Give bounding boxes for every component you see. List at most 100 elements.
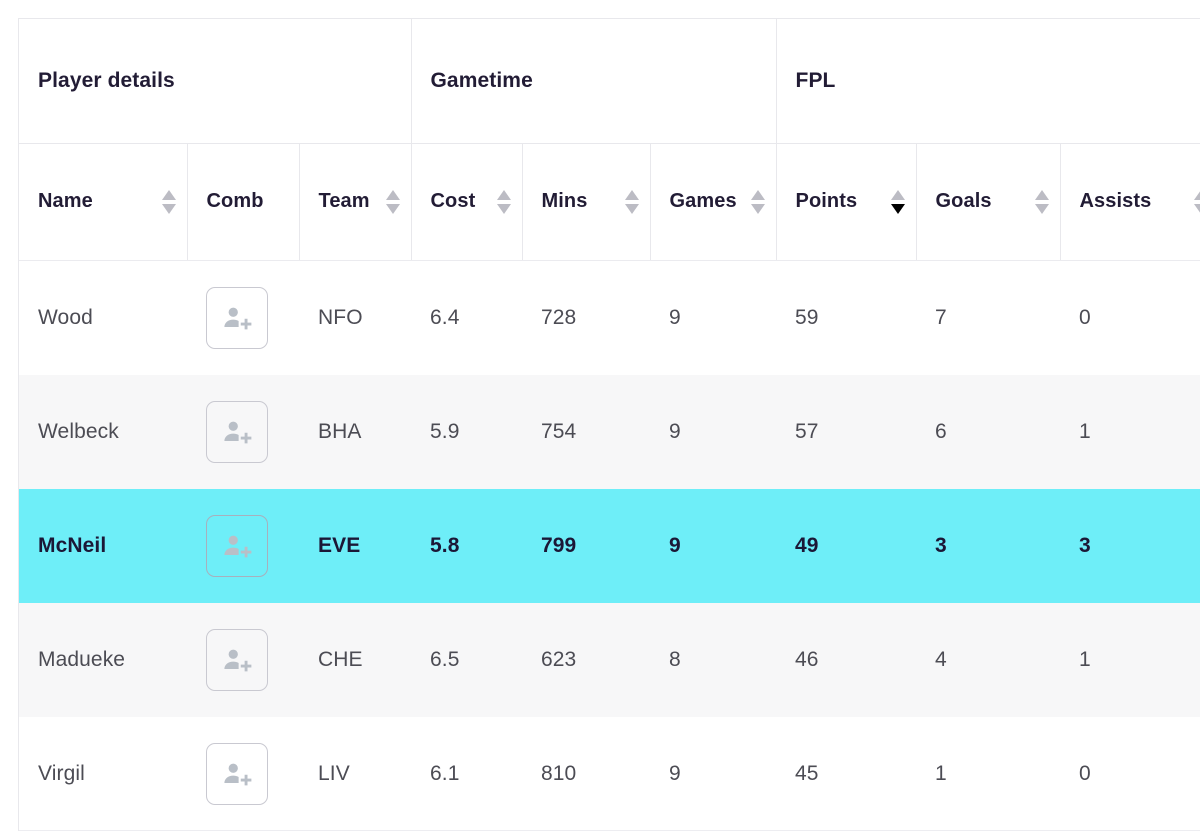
- sort-arrows-icon[interactable]: [161, 189, 177, 215]
- cell-comb: [187, 603, 299, 717]
- cell-goals: 1: [916, 717, 1061, 831]
- cell-name: McNeil: [19, 489, 187, 603]
- cell-comb: [187, 489, 299, 603]
- cell-assists: 1: [1060, 603, 1200, 717]
- points-value: 57: [795, 420, 819, 443]
- goals-value: 1: [935, 762, 947, 785]
- column-header-mins-label: Mins: [541, 190, 588, 213]
- assists-value: 1: [1079, 648, 1091, 671]
- assists-value: 3: [1079, 534, 1091, 557]
- assists-value: 0: [1079, 306, 1091, 329]
- player-name: Wood: [38, 306, 93, 329]
- cost-value: 5.9: [430, 420, 460, 443]
- games-value: 9: [669, 306, 681, 329]
- points-value: 59: [795, 306, 819, 329]
- cell-goals: 7: [916, 260, 1061, 375]
- points-value: 49: [795, 534, 819, 557]
- column-header-mins[interactable]: Mins: [522, 143, 651, 261]
- table-row[interactable]: Wood NFO 6.4 728 9 59 7 0: [19, 260, 1200, 375]
- table-row[interactable]: Welbeck BHA 5.9 754 9 57 6 1: [19, 375, 1200, 489]
- column-header-goals[interactable]: Goals: [916, 143, 1061, 261]
- add-person-button[interactable]: [206, 287, 268, 349]
- cell-points: 45: [776, 717, 917, 831]
- group-header-gametime-label: Gametime: [430, 69, 533, 93]
- games-value: 9: [669, 534, 681, 557]
- player-name: Welbeck: [38, 420, 119, 443]
- group-header-gametime: Gametime: [411, 19, 777, 144]
- add-person-icon: [224, 649, 252, 672]
- games-value: 9: [669, 420, 681, 443]
- cell-mins: 810: [522, 717, 650, 831]
- mins-value: 623: [541, 648, 577, 671]
- cell-goals: 6: [916, 375, 1061, 489]
- group-header-fpl-label: FPL: [795, 69, 836, 93]
- cell-points: 49: [776, 489, 917, 603]
- player-name: Madueke: [38, 648, 126, 671]
- cell-games: 9: [650, 260, 777, 375]
- column-header-team-label: Team: [318, 190, 370, 213]
- cell-points: 57: [776, 375, 917, 489]
- group-header-row: Player details Gametime FPL: [19, 19, 1200, 144]
- cell-games: 9: [650, 717, 777, 831]
- cell-games: 8: [650, 603, 777, 717]
- cell-name: Welbeck: [19, 375, 187, 489]
- cell-name: Madueke: [19, 603, 187, 717]
- column-header-points-label: Points: [795, 190, 858, 213]
- column-header-row: Name Comb Team Cost Mins Games Points Go…: [19, 143, 1200, 261]
- cell-cost: 6.4: [411, 260, 522, 375]
- cell-comb: [187, 717, 299, 831]
- cell-name: Wood: [19, 260, 187, 375]
- group-header-player-details-label: Player details: [38, 69, 175, 93]
- games-value: 8: [669, 648, 681, 671]
- add-person-button[interactable]: [206, 743, 268, 805]
- mins-value: 728: [541, 306, 577, 329]
- add-person-button[interactable]: [206, 629, 268, 691]
- cell-cost: 6.5: [411, 603, 522, 717]
- goals-value: 3: [935, 534, 947, 557]
- table-row-selected[interactable]: McNeil EVE 5.8 799 9 49 3 3: [19, 489, 1200, 603]
- add-person-icon: [224, 307, 252, 330]
- cell-assists: 0: [1060, 260, 1200, 375]
- cost-value: 5.8: [430, 534, 460, 557]
- cell-comb: [187, 375, 299, 489]
- sort-arrows-icon[interactable]: [890, 189, 906, 215]
- add-person-button[interactable]: [206, 401, 268, 463]
- column-header-assists-label: Assists: [1079, 190, 1152, 213]
- group-header-player-details: Player details: [19, 19, 412, 144]
- cost-value: 6.4: [430, 306, 460, 329]
- sort-arrows-icon[interactable]: [1034, 189, 1050, 215]
- goals-value: 4: [935, 648, 947, 671]
- column-header-assists[interactable]: Assists: [1060, 143, 1200, 261]
- cell-points: 46: [776, 603, 917, 717]
- column-header-team[interactable]: Team: [299, 143, 412, 261]
- team-code: EVE: [318, 534, 361, 557]
- games-value: 9: [669, 762, 681, 785]
- cell-mins: 623: [522, 603, 650, 717]
- column-header-cost-label: Cost: [430, 190, 476, 213]
- table-row[interactable]: Madueke CHE 6.5 623 8 46 4 1: [19, 603, 1200, 717]
- column-header-games[interactable]: Games: [650, 143, 777, 261]
- sort-arrows-icon[interactable]: [1193, 189, 1200, 215]
- cell-cost: 5.9: [411, 375, 522, 489]
- cell-team: NFO: [299, 260, 411, 375]
- column-header-name[interactable]: Name: [19, 143, 188, 261]
- sort-arrows-icon[interactable]: [385, 189, 401, 215]
- cell-team: LIV: [299, 717, 411, 831]
- sort-arrows-icon[interactable]: [624, 189, 640, 215]
- column-header-points[interactable]: Points: [776, 143, 917, 261]
- sort-arrows-icon[interactable]: [496, 189, 512, 215]
- table-row[interactable]: Virgil LIV 6.1 810 9 45 1 0: [19, 717, 1200, 831]
- cell-assists: 1: [1060, 375, 1200, 489]
- add-person-icon: [224, 421, 252, 444]
- sort-arrows-icon[interactable]: [750, 189, 766, 215]
- mins-value: 799: [541, 534, 577, 557]
- cost-value: 6.1: [430, 762, 460, 785]
- cell-mins: 754: [522, 375, 650, 489]
- add-person-button[interactable]: [206, 515, 268, 577]
- cell-cost: 6.1: [411, 717, 522, 831]
- column-header-comb[interactable]: Comb: [187, 143, 300, 261]
- cell-team: CHE: [299, 603, 411, 717]
- column-header-cost[interactable]: Cost: [411, 143, 523, 261]
- cell-goals: 4: [916, 603, 1061, 717]
- cost-value: 6.5: [430, 648, 460, 671]
